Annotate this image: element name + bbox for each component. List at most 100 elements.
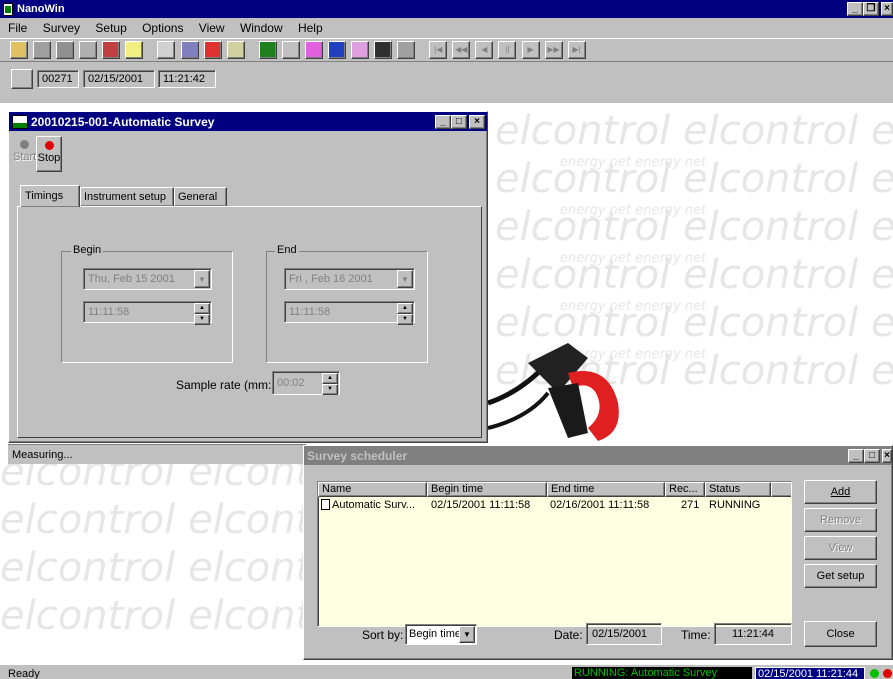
row-records: 271 (681, 499, 700, 511)
col-status[interactable]: Status (705, 482, 771, 497)
add-button[interactable]: Add (804, 480, 877, 504)
menu-help[interactable]: Help (298, 21, 323, 35)
clamp-meter-image (488, 343, 619, 441)
menu-file[interactable]: File (8, 21, 27, 35)
bar-chart-icon[interactable] (327, 41, 346, 59)
col-name[interactable]: Name (318, 482, 427, 497)
begin-time-spinner[interactable]: 11:11:58 ▲ ▼ (83, 301, 212, 325)
col-records[interactable]: Rec... (665, 482, 705, 497)
status-green-icon (870, 669, 879, 678)
maximize-icon[interactable]: □ (451, 114, 467, 129)
time-label: Time: (681, 628, 711, 642)
close-button[interactable]: Close (804, 621, 877, 647)
chevron-down-icon[interactable]: ▼ (397, 270, 413, 288)
sample-rate-spinner[interactable]: 00:02 ▲ ▼ (272, 371, 340, 395)
disk-icon[interactable] (56, 41, 75, 59)
table-icon[interactable] (374, 41, 393, 59)
close-icon[interactable]: × (469, 114, 485, 129)
report-icon[interactable] (397, 41, 416, 59)
phase-icon[interactable] (281, 41, 300, 59)
spin-up-icon[interactable]: ▲ (194, 303, 210, 314)
first-icon[interactable]: |◀ (429, 41, 448, 59)
menu-view[interactable]: View (199, 21, 225, 35)
time-field: 11:21:42 (158, 70, 216, 88)
scheduler-icon[interactable] (180, 41, 199, 59)
close-icon[interactable]: × (882, 448, 892, 463)
status-datetime: 02/15/2001 11:21:44 (755, 667, 865, 679)
open-folder-icon[interactable] (10, 41, 28, 59)
play-icon[interactable]: ▶ (521, 41, 540, 59)
info-toolbar: 00271 02/15/2001 11:21:42 (0, 63, 893, 103)
app-status-bar: Ready RUNNING: Automatic Survey 02/15/20… (0, 665, 893, 679)
tab-instrument-setup[interactable]: Instrument setup (80, 187, 174, 206)
end-label: End (275, 244, 299, 256)
time-value: 11:21:44 (714, 623, 792, 645)
close-icon[interactable]: × (881, 2, 893, 16)
menu-window[interactable]: Window (240, 21, 283, 35)
survey-window: 20010215-001-Automatic Survey _ □ × Star… (8, 111, 488, 443)
chevron-down-icon[interactable]: ▼ (194, 270, 210, 288)
start-icon (19, 140, 29, 149)
scheduler-title: Survey scheduler (307, 448, 408, 463)
counter-field: 00271 (37, 70, 79, 88)
remove-button[interactable]: Remove (804, 508, 877, 532)
restore-icon[interactable]: ❐ (863, 2, 879, 16)
waveform-icon[interactable] (304, 41, 323, 59)
date-field: 02/15/2001 (83, 70, 155, 88)
col-begin-time[interactable]: Begin time (427, 482, 547, 497)
rewind-icon[interactable]: ◀◀ (452, 41, 471, 59)
begin-date-dropdown[interactable]: Thu, Feb 15 2001 ▼ (83, 268, 212, 290)
row-status: RUNNING (709, 499, 761, 511)
connect-icon[interactable] (102, 41, 121, 59)
spin-down-icon[interactable]: ▼ (194, 314, 210, 325)
minimize-icon[interactable]: _ (848, 448, 864, 463)
menu-survey[interactable]: Survey (43, 21, 80, 35)
app-title: NanoWin (17, 3, 65, 15)
stop-record-icon[interactable] (203, 41, 222, 59)
get-setup-button[interactable]: Get setup (804, 564, 877, 588)
end-date-dropdown[interactable]: Fri , Feb 16 2001 ▼ (284, 268, 415, 290)
spin-down-icon[interactable]: ▼ (397, 314, 413, 325)
scheduler-window: Survey scheduler _ □ × Name Begin time E… (303, 445, 893, 660)
prev-icon[interactable]: ◀ (475, 41, 494, 59)
survey-icon[interactable] (157, 41, 176, 59)
last-icon[interactable]: ▶| (567, 41, 586, 59)
row-end: 02/16/2001 11:11:58 (550, 499, 650, 511)
col-end-time[interactable]: End time (547, 482, 665, 497)
maximize-icon[interactable]: □ (864, 448, 880, 463)
menu-setup[interactable]: Setup (95, 21, 126, 35)
pause-icon[interactable]: || (498, 41, 517, 59)
schedule-list[interactable]: Name Begin time End time Rec... Status A… (317, 481, 792, 627)
start-button[interactable]: Start (13, 136, 36, 170)
print-icon[interactable] (79, 41, 98, 59)
trend-icon[interactable] (351, 41, 369, 59)
chevron-down-icon[interactable]: ▼ (459, 626, 475, 643)
minimize-icon[interactable]: _ (847, 2, 863, 16)
survey-title: 20010215-001-Automatic Survey (31, 114, 215, 129)
tab-general[interactable]: General (174, 187, 227, 206)
survey-icon-small (12, 114, 28, 129)
edit-icon[interactable] (226, 41, 245, 59)
tab-timings[interactable]: Timings (20, 185, 80, 207)
sort-dropdown[interactable]: Begin time ▼ (405, 624, 477, 645)
view-button[interactable]: View (804, 536, 877, 560)
save-icon[interactable] (33, 41, 52, 59)
minimize-icon[interactable]: _ (435, 114, 451, 129)
stop-button[interactable]: Stop (36, 136, 62, 172)
sort-label: Sort by: (362, 628, 404, 642)
app-icon (3, 2, 13, 16)
meter-icon[interactable] (258, 41, 277, 59)
fast-forward-icon[interactable]: ▶▶ (544, 41, 563, 59)
spin-up-icon[interactable]: ▲ (322, 373, 338, 384)
help-icon[interactable] (125, 41, 144, 59)
begin-label: Begin (71, 244, 104, 256)
scheduler-titlebar: Survey scheduler _ □ × (304, 446, 892, 465)
spin-down-icon[interactable]: ▼ (322, 384, 338, 395)
app-titlebar: NanoWin _ ❐ × (0, 0, 893, 18)
menu-options[interactable]: Options (142, 21, 183, 35)
survey-status-bar: Measuring... (8, 444, 306, 464)
spin-up-icon[interactable]: ▲ (397, 303, 413, 314)
end-time-spinner[interactable]: 11:11:58 ▲ ▼ (284, 301, 415, 325)
device-icon[interactable] (11, 69, 33, 89)
stop-icon (44, 141, 54, 150)
